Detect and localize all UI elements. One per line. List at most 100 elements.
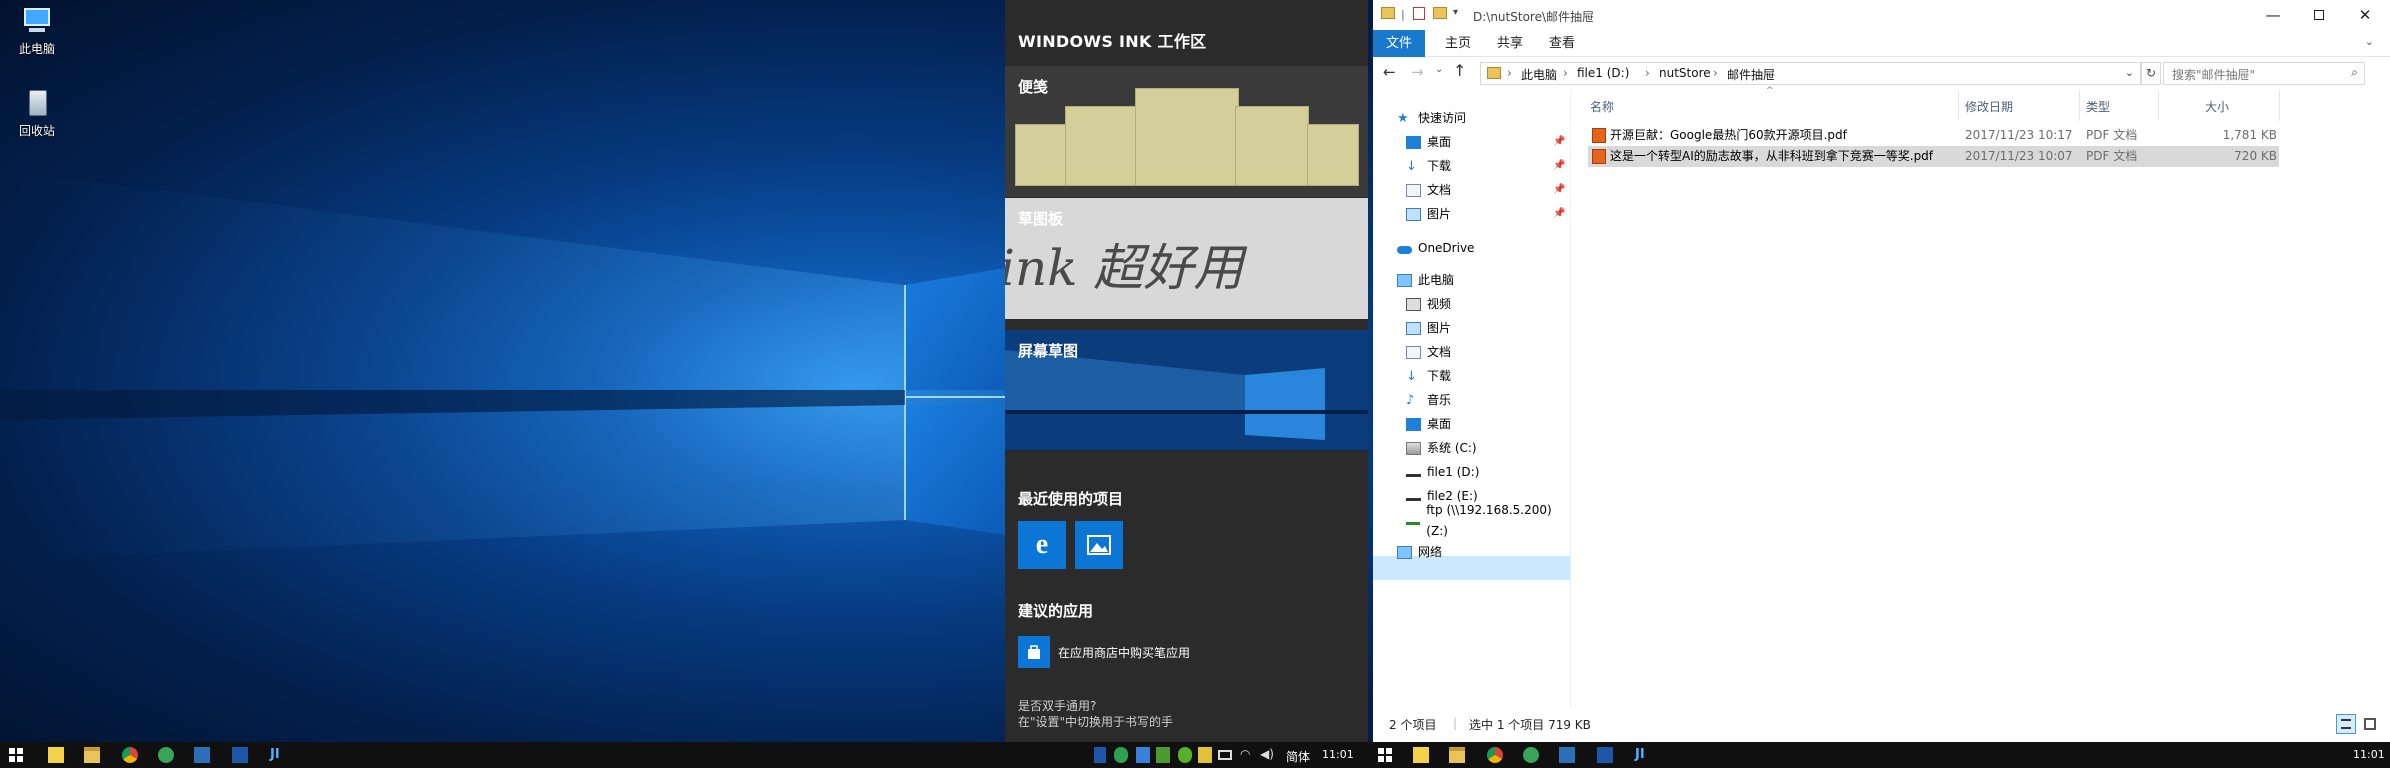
nav-onedrive[interactable]: OneDrive xyxy=(1397,238,1474,259)
crumb-this-pc[interactable]: 此电脑 xyxy=(1521,66,1557,83)
app-icon-blue-pen[interactable] xyxy=(194,747,210,763)
tray-icon-cloud[interactable] xyxy=(1114,747,1128,763)
start-button[interactable] xyxy=(8,747,24,763)
address-bar[interactable]: › 此电脑 › file1 (D:) › nutStore › 邮件抽屉 ⌄ xyxy=(1480,62,2141,85)
nav-quick-downloads[interactable]: ↓ 下载 xyxy=(1406,156,1451,177)
file-row[interactable]: 开源巨献：Google最热门60款开源项目.pdf 2017/11/23 10:… xyxy=(1588,125,2279,146)
search-input[interactable]: 搜索"邮件抽屉" ⌕ xyxy=(2163,62,2365,85)
sketchpad-label: 草图板 xyxy=(1018,210,1064,228)
app-icon-ji[interactable]: JI xyxy=(270,747,286,763)
recent-locations-button[interactable]: ⌄ xyxy=(1435,64,1443,75)
back-button[interactable]: ← xyxy=(1383,63,1396,81)
sticky-notes-label: 便笺 xyxy=(1018,78,1049,96)
app-icon-green[interactable] xyxy=(158,747,174,763)
sticky-notes-app-icon[interactable] xyxy=(1413,747,1429,763)
wifi-icon[interactable]: ◠ xyxy=(1240,747,1256,763)
column-separator[interactable] xyxy=(2158,91,2159,121)
nav-pc-drive-c[interactable]: 系统 (C:) xyxy=(1406,438,1477,459)
nav-network[interactable]: 网络 xyxy=(1397,542,1442,563)
tab-share[interactable]: 共享 xyxy=(1483,30,1537,57)
crumb-folder[interactable]: 邮件抽屉 xyxy=(1727,66,1775,83)
details-view-button[interactable] xyxy=(2336,714,2356,734)
close-button[interactable]: ✕ xyxy=(2342,0,2388,30)
column-name[interactable]: 名称 xyxy=(1590,96,1614,118)
forward-button[interactable]: → xyxy=(1411,63,1424,81)
chrome-app-icon[interactable] xyxy=(122,747,138,763)
pin-icon[interactable]: 📌 xyxy=(1553,184,1565,195)
nav-pc-music[interactable]: ♪ 音乐 xyxy=(1406,390,1451,411)
minimize-button[interactable]: — xyxy=(2250,0,2296,30)
search-placeholder: 搜索"邮件抽屉" xyxy=(2172,68,2256,82)
nav-quick-pictures[interactable]: 图片 xyxy=(1406,204,1451,225)
ribbon-expand-icon[interactable]: ⌄ xyxy=(2365,35,2374,48)
footer-settings-link[interactable]: 在"设置"中切换用于书写的手 xyxy=(1018,714,1173,730)
nav-quick-documents[interactable]: 文档 xyxy=(1406,180,1451,201)
column-separator[interactable] xyxy=(2279,91,2280,121)
file-explorer-app-icon[interactable] xyxy=(1449,747,1465,763)
app-icon-lock[interactable] xyxy=(232,747,248,763)
pin-icon[interactable]: 📌 xyxy=(1553,160,1565,171)
sticky-notes-tile[interactable]: 便笺 xyxy=(1005,66,1368,197)
address-dropdown-icon[interactable]: ⌄ xyxy=(2125,66,2134,79)
tab-home[interactable]: 主页 xyxy=(1431,30,1485,57)
sticky-notes-app-icon[interactable] xyxy=(48,747,64,763)
nav-pc-desktop[interactable]: 桌面 xyxy=(1406,414,1451,435)
nav-pc-drive-d[interactable]: file1 (D:) xyxy=(1406,462,1479,483)
file-explorer-app-icon[interactable] xyxy=(84,747,100,763)
battery-icon[interactable] xyxy=(1218,750,1232,760)
sketchpad-tile[interactable]: 草图板 ink 超好用 xyxy=(1005,198,1368,319)
nav-pc-drive-z[interactable]: ftp (\\192.168.5.200) (Z:) xyxy=(1406,503,1570,538)
tray-icon-excel[interactable] xyxy=(1156,747,1170,763)
app-icon-lock[interactable] xyxy=(1597,747,1613,763)
up-button[interactable]: ↑ xyxy=(1453,61,1466,80)
tab-file[interactable]: 文件 xyxy=(1373,30,1425,57)
column-type[interactable]: 类型 xyxy=(2086,96,2110,118)
nav-pc-documents[interactable]: 文档 xyxy=(1406,342,1451,363)
details-view-icon xyxy=(2341,719,2351,729)
pin-icon[interactable]: 📌 xyxy=(1553,136,1565,147)
desktop-icon-this-pc[interactable]: 此电脑 xyxy=(2,6,72,57)
app-icon-blue-pen[interactable] xyxy=(1559,747,1575,763)
column-separator[interactable] xyxy=(1958,91,1959,121)
desktop-icon-recycle-bin[interactable]: 回收站 xyxy=(2,88,72,139)
properties-icon[interactable] xyxy=(1413,7,1425,20)
column-date[interactable]: 修改日期 xyxy=(1965,96,2013,118)
edge-app-tile[interactable]: e xyxy=(1018,521,1066,569)
pin-icon[interactable]: 📌 xyxy=(1553,208,1565,219)
pictures-icon xyxy=(1406,208,1421,221)
tray-icon-lock[interactable] xyxy=(1094,747,1106,763)
app-icon-green[interactable] xyxy=(1523,747,1539,763)
new-folder-icon[interactable] xyxy=(1433,7,1447,19)
crumb-drive[interactable]: file1 (D:) xyxy=(1577,66,1629,80)
refresh-button[interactable]: ↻ xyxy=(2141,62,2161,85)
crumb-nutstore[interactable]: nutStore xyxy=(1659,66,1711,80)
maximize-button[interactable] xyxy=(2296,0,2342,30)
nav-quick-access[interactable]: ★ 快速访问 xyxy=(1397,108,1466,129)
chrome-app-icon[interactable] xyxy=(1487,747,1503,763)
tray-icon-yellow[interactable] xyxy=(1198,747,1212,763)
nav-quick-desktop[interactable]: 桌面 xyxy=(1406,132,1451,153)
ime-language[interactable]: 简体 xyxy=(1286,748,1310,765)
nav-this-pc[interactable]: 此电脑 xyxy=(1397,270,1454,291)
nav-pc-videos[interactable]: 视频 xyxy=(1406,294,1451,315)
nav-pc-downloads[interactable]: ↓ 下载 xyxy=(1406,366,1451,387)
store-link[interactable]: 在应用商店中购买笔应用 xyxy=(1058,644,1190,661)
screen-sketch-tile[interactable]: 屏幕草图 xyxy=(1005,330,1368,450)
app-icon-ji[interactable]: JI xyxy=(1635,747,1651,763)
qat-separator: | xyxy=(1401,8,1405,21)
tray-icon-wechat[interactable] xyxy=(1178,747,1192,763)
photos-app-tile[interactable] xyxy=(1075,521,1123,569)
qat-dropdown-icon[interactable]: ▾ xyxy=(1453,7,1458,18)
tab-view[interactable]: 查看 xyxy=(1535,30,1589,57)
nav-pc-pictures[interactable]: 图片 xyxy=(1406,318,1451,339)
large-icons-view-button[interactable] xyxy=(2360,714,2380,734)
tray-icon-app[interactable] xyxy=(1136,747,1150,763)
column-size[interactable]: 大小 xyxy=(2205,96,2229,118)
volume-icon[interactable]: ◀) xyxy=(1260,747,1276,763)
start-button-secondary[interactable] xyxy=(1377,747,1393,763)
file-row-selected[interactable]: 这是一个转型AI的励志故事，从非科班到拿下竞赛一等奖.pdf 2017/11/2… xyxy=(1588,146,2279,167)
folder-icon xyxy=(1487,67,1501,79)
column-separator[interactable] xyxy=(2079,91,2080,121)
clock-left[interactable]: 11:01 xyxy=(1322,748,1354,761)
clock-right[interactable]: 11:01 xyxy=(2353,748,2385,761)
